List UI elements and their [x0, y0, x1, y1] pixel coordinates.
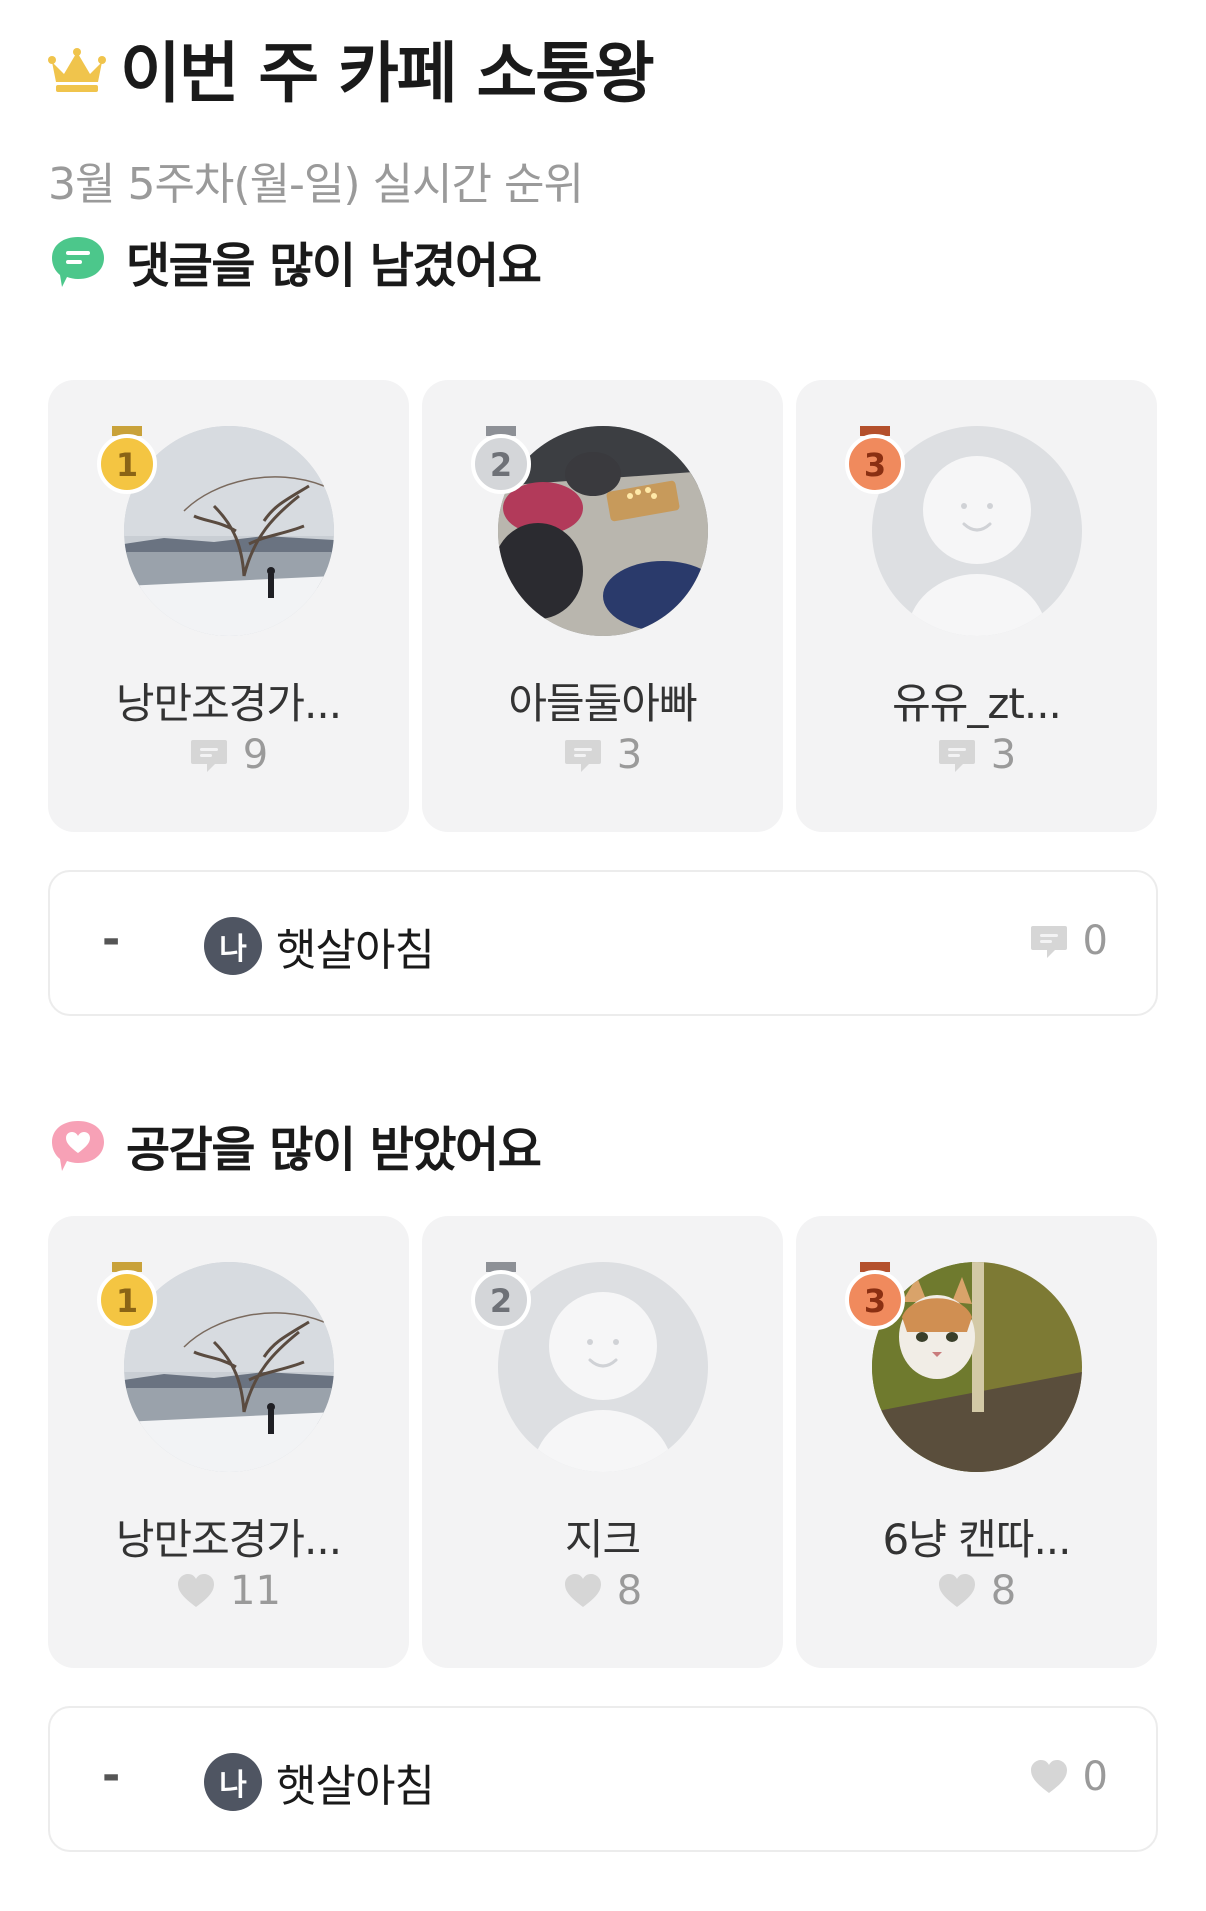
bronze-medal-icon: 3: [845, 1262, 905, 1330]
my-comment-count: 0: [1082, 918, 1108, 964]
likes-section-title: 공감을 많이 받았어요: [126, 1122, 542, 1178]
page-subtitle: 3월 5주차(월-일) 실시간 순위: [48, 159, 584, 210]
bronze-medal-icon: 3: [845, 426, 905, 494]
ranking-card-1[interactable]: 1 낭만조경가... 11: [48, 1216, 409, 1668]
svg-text:1: 1: [116, 446, 138, 484]
svg-text:3: 3: [864, 1282, 886, 1320]
heart-bubble-icon: [52, 1121, 104, 1171]
comment-icon: [1029, 922, 1069, 960]
like-count: 11: [230, 1568, 281, 1614]
like-count: 8: [990, 1568, 1017, 1614]
user-name: 유유_zt...: [892, 679, 1062, 728]
chat-bubble-icon: [52, 237, 104, 287]
comment-icon: [937, 736, 977, 774]
my-like-rank-row[interactable]: - 나 햇살아침 0: [48, 1706, 1158, 1852]
my-like-count: 0: [1082, 1754, 1108, 1800]
user-name: 낭만조경가...: [115, 679, 342, 728]
comments-section-title: 댓글을 많이 남겼어요: [126, 238, 542, 294]
me-badge: 나: [204, 917, 262, 975]
comment-stat: 9: [48, 732, 409, 778]
title-row: 이번 주 카페 소통왕: [48, 26, 655, 112]
my-rank: -: [102, 1750, 121, 1801]
my-comment-rank-row[interactable]: - 나 햇살아침 0: [48, 870, 1158, 1016]
svg-text:3: 3: [864, 446, 886, 484]
me-badge: 나: [204, 1753, 262, 1811]
comment-count: 3: [616, 732, 643, 778]
crown-icon: [48, 48, 106, 92]
svg-text:1: 1: [116, 1282, 138, 1320]
page-title: 이번 주 카페 소통왕: [120, 35, 655, 112]
ranking-card-1[interactable]: 1 낭만조경가... 9: [48, 380, 409, 832]
user-name: 낭만조경가...: [115, 1515, 342, 1564]
gold-medal-icon: 1: [97, 426, 157, 494]
ranking-card-2[interactable]: 2 지크 8: [422, 1216, 783, 1668]
likes-ranking-cards: 1 낭만조경가... 11 2 지크 8 3 6냥 캔따... 8: [48, 1216, 1158, 1668]
ranking-card-3[interactable]: 3 6냥 캔따... 8: [796, 1216, 1157, 1668]
heart-icon: [937, 1572, 977, 1610]
like-stat: 8: [422, 1568, 783, 1614]
comment-icon: [563, 736, 603, 774]
comments-section-header: 댓글을 많이 남겼어요: [48, 226, 542, 296]
like-stat: 8: [796, 1568, 1157, 1614]
heart-icon: [176, 1572, 216, 1610]
my-name: 햇살아침: [276, 925, 435, 976]
gold-medal-icon: 1: [97, 1262, 157, 1330]
user-name: 아들둘아빠: [508, 679, 697, 728]
my-comment-stat: 0: [1029, 918, 1108, 964]
comment-count: 3: [990, 732, 1017, 778]
comments-ranking-cards: 1 낭만조경가... 9 2 아들둘아빠 3 3 유유_zt... 3: [48, 380, 1158, 832]
like-count: 8: [616, 1568, 643, 1614]
ranking-card-2[interactable]: 2 아들둘아빠 3: [422, 380, 783, 832]
svg-text:2: 2: [490, 1282, 512, 1320]
page-header: 이번 주 카페 소통왕 3월 5주차(월-일) 실시간 순위: [48, 26, 655, 212]
user-name: 지크: [564, 1515, 641, 1564]
likes-section-header: 공감을 많이 받았어요: [48, 1110, 542, 1180]
comment-stat: 3: [796, 732, 1157, 778]
silver-medal-icon: 2: [471, 1262, 531, 1330]
comment-count: 9: [242, 732, 269, 778]
silver-medal-icon: 2: [471, 426, 531, 494]
like-stat: 11: [48, 1568, 409, 1614]
my-rank: -: [102, 914, 121, 965]
svg-text:2: 2: [490, 446, 512, 484]
my-name: 햇살아침: [276, 1761, 435, 1812]
user-name: 6냥 캔따...: [882, 1515, 1071, 1564]
comment-icon: [189, 736, 229, 774]
comment-stat: 3: [422, 732, 783, 778]
my-like-stat: 0: [1029, 1754, 1108, 1800]
ranking-card-3[interactable]: 3 유유_zt... 3: [796, 380, 1157, 832]
heart-icon: [1029, 1758, 1069, 1796]
heart-icon: [563, 1572, 603, 1610]
